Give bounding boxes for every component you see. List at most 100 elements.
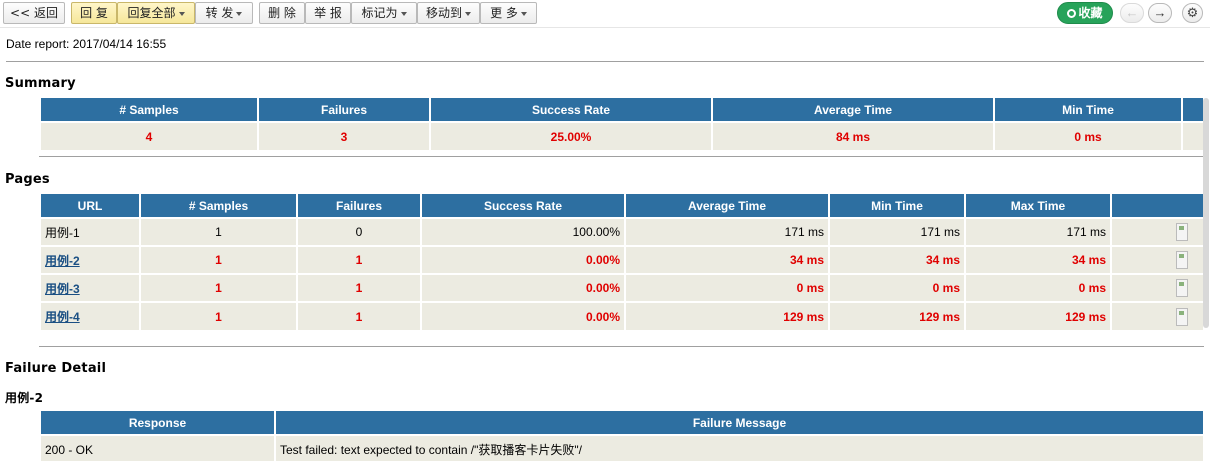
pages-heading: Pages [5,172,50,187]
column-header: Failure Message [275,411,1205,435]
column-header: Average Time [712,98,995,122]
back-button[interactable]: << 返回 [3,2,65,24]
url-cell: 用例-4 [41,301,141,330]
samples-cell: 1 [140,245,298,274]
samples-cell: 1 [140,217,298,246]
summary-failures: 3 [258,121,431,150]
delete-button[interactable]: 删 除 [259,2,305,24]
table-row: 用例-1 1 0 100.00% 171 ms 171 ms 171 ms [41,217,1205,246]
table-cell [1182,121,1205,150]
reply-button[interactable]: 回 复 [71,2,117,24]
broken-image-icon[interactable] [1176,223,1188,241]
case-link[interactable]: 用例-2 [45,254,80,268]
failure-case-title: 用例-2 [5,391,44,405]
failures-cell: 0 [297,217,422,246]
column-header: # Samples [140,194,298,218]
column-header: Min Time [829,194,966,218]
date-report: Date report: 2017/04/14 16:55 [6,37,167,51]
column-header: Response [41,411,276,435]
column-header: URL [41,194,141,218]
chevron-down-icon [520,11,527,16]
vertical-scrollbar[interactable] [1203,98,1209,328]
max-time-cell: 171 ms [965,217,1112,246]
failures-cell: 1 [297,273,422,302]
min-time-cell: 34 ms [829,245,966,274]
pages-table: URL # Samples Failures Success Rate Aver… [41,194,1205,330]
favorite-button[interactable]: 收藏 [1057,2,1113,24]
prev-mail-button[interactable]: ← [1120,3,1144,23]
url-cell: 用例-2 [41,245,141,274]
column-header: # Samples [41,98,259,122]
summary-success-rate: 25.00% [430,121,713,150]
average-time-cell: 129 ms [625,301,830,330]
pages-header-row: URL # Samples Failures Success Rate Aver… [41,194,1205,218]
summary-min-time: 0 ms [994,121,1183,150]
average-time-cell: 34 ms [625,245,830,274]
summary-samples: 4 [41,121,259,150]
table-row: 用例-4 1 1 0.00% 129 ms 129 ms 129 ms [41,301,1205,330]
reply-all-button[interactable]: 回复全部 [117,2,195,24]
chevron-down-icon [465,11,471,16]
min-time-cell: 171 ms [829,217,966,246]
max-time-cell: 0 ms [965,273,1112,302]
chevron-down-icon [236,11,243,16]
favorite-icon [1067,9,1077,18]
case-link[interactable]: 用例-4 [45,310,80,324]
min-time-cell: 0 ms [829,273,966,302]
forward-button[interactable]: 转 发 [195,2,253,24]
broken-image-icon[interactable] [1176,251,1188,269]
chevron-down-icon [178,11,185,16]
case-link[interactable]: 用例-3 [45,282,80,296]
mail-toolbar: << 返回 回 复 回复全部 转 发 删 除 举 报 标记为 移动到 更 多 收… [0,0,1210,28]
response-cell: 200 - OK [41,434,276,461]
average-time-cell: 0 ms [625,273,830,302]
summary-values-row: 4 3 25.00% 84 ms 0 ms [41,121,1205,150]
column-header: Success Rate [430,98,713,122]
failure-header-row: Response Failure Message [41,411,1205,435]
divider [39,346,1204,347]
gear-icon: ⚙ [1186,5,1199,20]
next-mail-button[interactable]: → [1148,3,1172,23]
details-cell [1111,245,1205,274]
min-time-cell: 129 ms [829,301,966,330]
summary-heading: Summary [5,76,76,91]
chevron-down-icon [400,11,407,16]
success-rate-cell: 0.00% [421,273,626,302]
failure-detail-heading: Failure Detail [5,361,107,376]
settings-button[interactable]: ⚙ [1182,3,1203,23]
broken-image-icon[interactable] [1176,279,1188,297]
column-header: Average Time [625,194,830,218]
details-cell [1111,217,1205,246]
column-header: Failures [297,194,422,218]
failures-cell: 1 [297,301,422,330]
failure-detail-table: Response Failure Message 200 - OK Test f… [41,411,1205,461]
samples-cell: 1 [140,273,298,302]
right-arrow-icon: → [1153,5,1167,20]
divider [39,156,1204,157]
more-button[interactable]: 更 多 [480,2,537,24]
report-button[interactable]: 举 报 [305,2,351,24]
details-cell [1111,273,1205,302]
average-time-cell: 171 ms [625,217,830,246]
column-header [1182,98,1205,122]
table-row: 200 - OK Test failed: text expected to c… [41,434,1205,461]
failure-message-cell: Test failed: text expected to contain /"… [275,434,1205,461]
details-cell [1111,301,1205,330]
mark-as-button[interactable]: 标记为 [351,2,417,24]
summary-table: # Samples Failures Success Rate Average … [41,98,1205,150]
summary-average-time: 84 ms [712,121,995,150]
column-header: Success Rate [421,194,626,218]
url-cell: 用例-1 [41,217,141,246]
success-rate-cell: 100.00% [421,217,626,246]
broken-image-icon[interactable] [1176,307,1188,326]
divider [6,61,1204,62]
samples-cell: 1 [140,301,298,330]
max-time-cell: 129 ms [965,301,1112,330]
success-rate-cell: 0.00% [421,301,626,330]
column-header: Failures [258,98,431,122]
move-to-button[interactable]: 移动到 [417,2,480,24]
max-time-cell: 34 ms [965,245,1112,274]
table-row: 用例-2 1 1 0.00% 34 ms 34 ms 34 ms [41,245,1205,274]
column-header [1111,194,1205,218]
summary-header-row: # Samples Failures Success Rate Average … [41,98,1205,122]
